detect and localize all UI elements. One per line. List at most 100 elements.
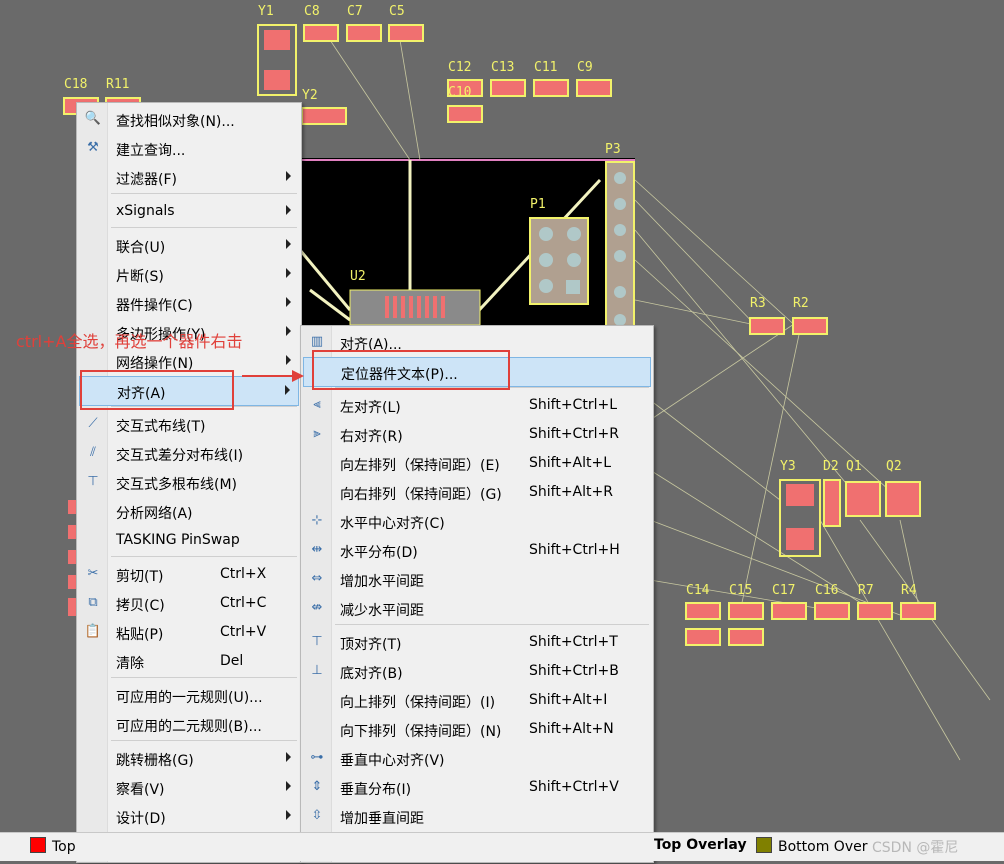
align-submenu-item-4[interactable]: 向左排列（保持间距）(E) Shift+Alt+L: [303, 449, 651, 477]
designator-r2: R2: [793, 296, 809, 311]
context-menu-item-14[interactable]: TASKING PinSwap: [79, 526, 299, 554]
align-submenu: ▥ 对齐(A)... 定位器件文本(P)... ⫷ 左对齐(L) Shift+Ctrl+L…: [300, 325, 654, 863]
context-menu-item-16[interactable]: ⧉ 拷贝(C) Ctrl+C: [79, 589, 299, 617]
designator-y3: Y3: [780, 459, 796, 474]
align-submenu-item-13[interactable]: 向下排列（保持间距）(N) Shift+Alt+N: [303, 715, 651, 743]
menu-item-label: 清除: [116, 656, 144, 672]
designator-c15: C15: [729, 583, 753, 598]
menu-item-shortcut: Ctrl+V: [220, 624, 267, 640]
scissors-icon: ✂: [87, 566, 99, 581]
menu-item-label: 剪切(T): [116, 569, 164, 585]
align-hcenter-icon: ⊹: [311, 513, 323, 528]
context-menu-item-10[interactable]: ⟋ 交互式布线(T): [79, 410, 299, 438]
menu-item-shortcut: Shift+Alt+R: [529, 484, 613, 500]
menu-item-label: 减少水平间距: [340, 603, 424, 619]
align-submenu-item-3[interactable]: ⫸ 右对齐(R) Shift+Ctrl+R: [303, 420, 651, 448]
context-menu-item-18[interactable]: 清除 Del: [79, 647, 299, 675]
align-submenu-item-14[interactable]: ⊶ 垂直中心对齐(V): [303, 744, 651, 772]
designator-y1: Y1: [258, 4, 274, 19]
context-menu-item-20[interactable]: 可应用的二元规则(B)...: [79, 710, 299, 738]
annotation-text: ctrl+A全选，再选一个器件右击: [16, 332, 243, 351]
paste-icon: 📋: [84, 624, 102, 639]
layer-tab-top[interactable]: Top: [30, 837, 76, 855]
context-menu-item-21[interactable]: 跳转栅格(G): [79, 744, 299, 772]
layer-tab-top-overlay[interactable]: Top Overlay: [654, 837, 747, 853]
designator-c8: C8: [304, 4, 320, 19]
designator-q1: Q1: [846, 459, 862, 474]
menu-item-label: 向上排列（保持间距）(I): [340, 695, 496, 711]
designator-c10: C10: [448, 85, 472, 100]
menu-item-shortcut: Shift+Alt+I: [529, 692, 608, 708]
menu-item-shortcut: Shift+Ctrl+V: [529, 779, 619, 795]
align-submenu-item-12[interactable]: 向上排列（保持间距）(I) Shift+Alt+I: [303, 686, 651, 714]
menu-item-label: 可应用的一元规则(U)...: [116, 690, 263, 706]
distribute-v-icon: ⇕: [311, 779, 323, 794]
submenu-arrow-icon: [286, 239, 291, 249]
context-menu: 🔍 查找相似对象(N)... ⚒ 建立查询... 过滤器(F) xSignals 联合(U)…: [76, 102, 302, 863]
align-submenu-item-8[interactable]: ⇔ 增加水平间距: [303, 565, 651, 593]
menu-item-label: 分析网络(A): [116, 506, 193, 522]
designator-q2: Q2: [886, 459, 902, 474]
align-submenu-item-6[interactable]: ⊹ 水平中心对齐(C): [303, 507, 651, 535]
layer-tab-bottom-overlay[interactable]: Bottom Over: [756, 837, 867, 855]
designator-r11: R11: [106, 77, 130, 92]
context-menu-item-11[interactable]: ⫽ 交互式差分对布线(I): [79, 439, 299, 467]
menu-item-label: xSignals: [116, 203, 175, 219]
designator-c12: C12: [448, 60, 472, 75]
layer-tab-label: Top Overlay: [654, 837, 747, 853]
annotation-box-align: [80, 370, 234, 410]
menu-item-shortcut: Shift+Ctrl+T: [529, 634, 618, 650]
menu-item-label: 水平分布(D): [340, 545, 418, 561]
align-submenu-item-5[interactable]: 向右排列（保持间距）(G) Shift+Alt+R: [303, 478, 651, 506]
context-menu-item-5[interactable]: 片断(S): [79, 260, 299, 288]
designator-c13: C13: [491, 60, 515, 75]
align-submenu-item-16[interactable]: ⇳ 增加垂直间距: [303, 802, 651, 830]
context-menu-item-0[interactable]: 🔍 查找相似对象(N)...: [79, 105, 299, 133]
find-similar-icon: 🔍: [84, 111, 102, 126]
context-menu-item-2[interactable]: 过滤器(F): [79, 163, 299, 191]
context-menu-item-22[interactable]: 察看(V): [79, 773, 299, 801]
submenu-arrow-icon: [286, 752, 291, 762]
align-submenu-item-2[interactable]: ⫷ 左对齐(L) Shift+Ctrl+L: [303, 391, 651, 419]
menu-item-label: 向左排列（保持间距）(E): [340, 458, 500, 474]
context-menu-item-17[interactable]: 📋 粘贴(P) Ctrl+V: [79, 618, 299, 646]
menu-item-shortcut: Shift+Alt+N: [529, 721, 614, 737]
menu-item-label: 设计(D): [116, 811, 166, 827]
menu-item-label: TASKING PinSwap: [116, 532, 240, 548]
context-menu-item-4[interactable]: 联合(U): [79, 231, 299, 259]
menu-item-label: 增加水平间距: [340, 574, 424, 590]
menu-item-label: 增加垂直间距: [340, 811, 424, 827]
menu-separator: [111, 227, 297, 228]
align-vcenter-icon: ⊶: [310, 750, 324, 765]
submenu-arrow-icon: [286, 171, 291, 181]
align-left-icon: ⫷: [313, 397, 321, 412]
watermark-text: CSDN @霍尼: [872, 840, 959, 856]
align-top-icon: ⊤: [311, 634, 323, 649]
menu-item-shortcut: Ctrl+C: [220, 595, 267, 611]
menu-item-shortcut: Del: [220, 653, 244, 669]
align-right-icon: ⫸: [313, 426, 321, 441]
menu-item-label: 交互式差分对布线(I): [116, 448, 244, 464]
designator-c14: C14: [686, 583, 710, 598]
context-menu-item-12[interactable]: ⊤ 交互式多根布线(M): [79, 468, 299, 496]
context-menu-item-15[interactable]: ✂ 剪切(T) Ctrl+X: [79, 560, 299, 588]
decrease-h-spacing-icon: ⇎: [311, 600, 323, 615]
align-submenu-item-10[interactable]: ⊤ 顶对齐(T) Shift+Ctrl+T: [303, 628, 651, 656]
align-submenu-item-7[interactable]: ⇹ 水平分布(D) Shift+Ctrl+H: [303, 536, 651, 564]
menu-item-label: 交互式布线(T): [116, 419, 206, 435]
context-menu-item-23[interactable]: 设计(D): [79, 802, 299, 830]
menu-item-label: 拷贝(C): [116, 598, 165, 614]
context-menu-item-13[interactable]: 分析网络(A): [79, 497, 299, 525]
context-menu-item-19[interactable]: 可应用的一元规则(U)...: [79, 681, 299, 709]
designator-c5: C5: [389, 4, 405, 19]
align-submenu-item-15[interactable]: ⇕ 垂直分布(I) Shift+Ctrl+V: [303, 773, 651, 801]
context-menu-item-6[interactable]: 器件操作(C): [79, 289, 299, 317]
align-submenu-item-9[interactable]: ⇎ 减少水平间距: [303, 594, 651, 622]
context-menu-item-3[interactable]: xSignals: [79, 197, 299, 225]
menu-item-label: 垂直分布(I): [340, 782, 412, 798]
watermark: CSDN @霍尼: [872, 837, 958, 857]
align-submenu-item-11[interactable]: ⊥ 底对齐(B) Shift+Ctrl+B: [303, 657, 651, 685]
distribute-h-icon: ⇹: [311, 542, 323, 557]
context-menu-item-1[interactable]: ⚒ 建立查询...: [79, 134, 299, 162]
designator-p3: P3: [605, 142, 621, 157]
